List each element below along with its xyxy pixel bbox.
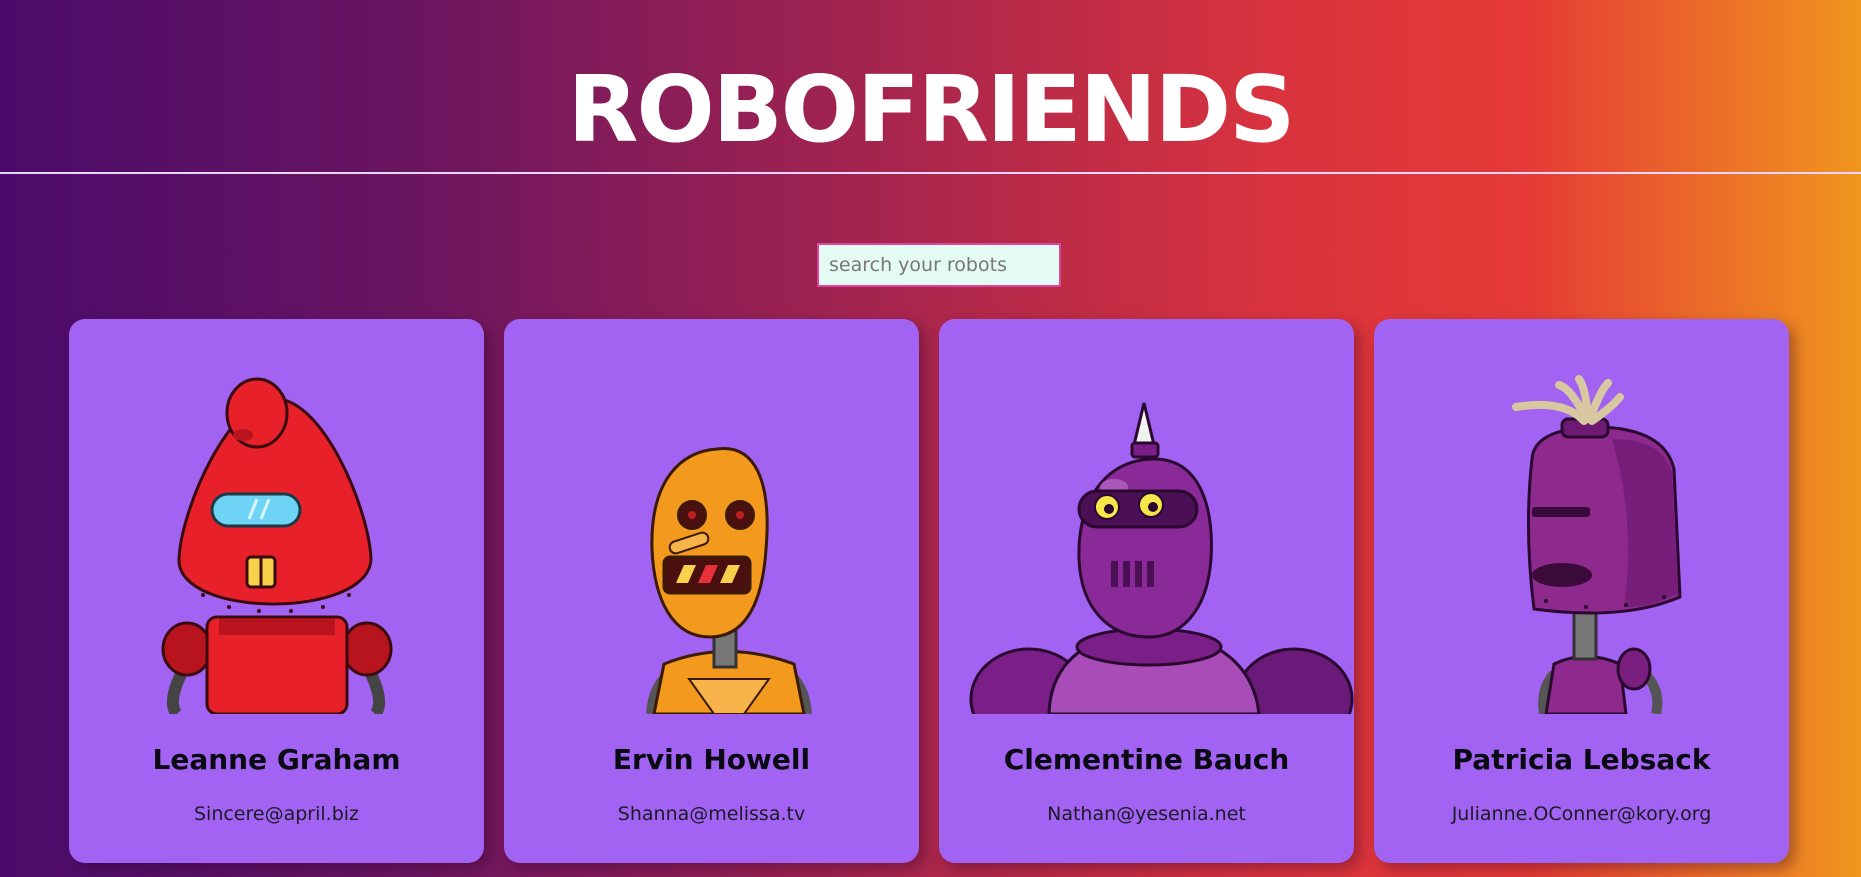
robot-email: Shanna@melissa.tv bbox=[617, 803, 806, 825]
robot-card[interactable]: Ervin Howell Shanna@melissa.tv bbox=[504, 319, 919, 863]
robot-avatar-image bbox=[1512, 375, 1682, 714]
robot-card[interactable]: Clementine Bauch Nathan@yesenia.net bbox=[939, 319, 1354, 863]
page-title: ROBOFRIENDS bbox=[567, 56, 1296, 163]
robot-card-list: Leanne Graham Sincere@april.biz Ervin Ho… bbox=[69, 319, 1789, 863]
robot-avatar-image bbox=[969, 402, 1354, 714]
robot-email: Julianne.OConner@kory.org bbox=[1451, 803, 1712, 825]
robot-name: Clementine Bauch bbox=[1003, 743, 1290, 776]
search-input[interactable] bbox=[817, 243, 1061, 287]
robot-name: Patricia Lebsack bbox=[1452, 743, 1711, 776]
robot-avatar-image bbox=[161, 377, 393, 714]
robot-name: Ervin Howell bbox=[612, 743, 811, 776]
robot-email: Sincere@april.biz bbox=[193, 803, 360, 825]
robot-name: Leanne Graham bbox=[152, 743, 401, 776]
robot-card[interactable]: Leanne Graham Sincere@april.biz bbox=[69, 319, 484, 863]
robot-card[interactable]: Patricia Lebsack Julianne.OConner@kory.o… bbox=[1374, 319, 1789, 863]
robot-avatar-image bbox=[646, 447, 812, 714]
robot-email: Nathan@yesenia.net bbox=[1047, 803, 1246, 825]
title-divider bbox=[0, 172, 1861, 174]
